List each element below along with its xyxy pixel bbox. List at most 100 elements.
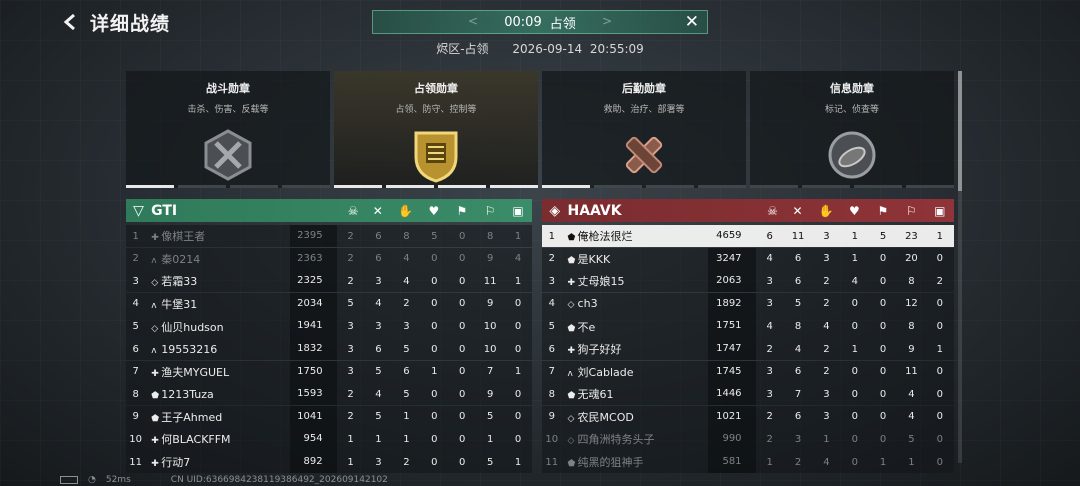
class-icon: ⬟ [567,459,576,470]
player-stat: 1 [936,230,943,242]
player-stat: 0 [459,411,466,423]
player-stat: 0 [514,388,522,400]
player-score: 1593 [289,383,337,406]
player-name-cell: ✚ 像棋王者 [145,228,290,244]
player-stat: 2 [766,343,773,355]
player-stat: 3 [375,456,382,468]
player-stat: 2 [403,456,410,468]
player-row[interactable]: 5 ◇ 仙贝hudson 1941 3 3 3 0 0 10 0 [126,315,532,338]
player-name: 纯黑的狙神手 [577,456,644,470]
player-row[interactable]: 2 ⬟ 是KKK 3247 4 6 3 1 0 20 0 [542,247,954,270]
combat-medal-icon [200,127,256,183]
player-stat: 0 [431,411,438,423]
player-stat: 0 [936,456,943,468]
player-stat: 4 [375,298,382,310]
class-icon: ✚ [151,436,159,447]
player-score: 2325 [289,270,337,293]
player-stat: 0 [459,433,466,445]
player-row[interactable]: 9 ◇ 农民MCOD 1021 2 6 3 0 0 4 0 [542,405,954,429]
player-row[interactable]: 6 ʌ 19553216 1832 3 6 5 0 0 10 0 [126,337,532,361]
player-row[interactable]: 11 ⬟ 纯黑的狙神手 581 1 2 4 0 1 1 0 [542,450,954,474]
player-name: 是KKK [577,252,611,266]
player-row[interactable]: 1 ⬟ 俺枪法很烂 4659 6 11 3 1 5 23 1 [542,225,954,248]
medal-card[interactable]: 战斗勋章 击杀、伤害、反载等 [126,71,330,188]
player-stat: 0 [459,456,466,468]
player-stat: 2 [823,366,830,378]
player-row[interactable]: 8 ⬟ 无魂61 1446 3 7 3 0 0 4 0 [542,383,954,406]
player-row[interactable]: 3 ✚ 丈母娘15 2063 3 6 2 4 0 8 2 [542,270,954,293]
scrollbar[interactable] [958,71,962,463]
player-row[interactable]: 9 ⬟ 王子Ahmed 1041 2 5 1 0 0 5 0 [126,405,532,429]
scrollbar-thumb[interactable] [958,71,962,191]
player-row[interactable]: 7 ʌ 刘Cablade 1745 3 6 2 0 0 11 0 [542,360,954,383]
player-row[interactable]: 7 ✚ 渔夫MYGUEL 1750 3 5 6 1 0 7 1 [126,360,532,383]
chevron-right-icon: > [601,14,612,28]
player-stat: 4 [403,253,410,265]
player-score: 892 [289,450,337,474]
player-row[interactable]: 2 ʌ 秦0214 2363 2 6 4 0 0 9 4 [126,247,532,270]
player-stat: 5 [908,433,915,445]
player-row[interactable]: 5 ⬟ 不e 1751 4 8 4 0 0 8 0 [542,315,954,338]
class-icon: ◇ [151,323,159,334]
medal-card[interactable]: 后勤勋章 救助、治疗、部署等 [542,71,746,188]
player-stat: 4 [766,253,773,265]
kills-icon: ☠ [767,203,778,218]
player-stat: 5 [879,230,887,242]
player-score: 1750 [289,360,337,383]
medal-subtitle: 标记、侦查等 [824,105,879,115]
revive-icon: ♥ [849,203,860,218]
player-row[interactable]: 11 ✚ 行动7 892 1 3 2 0 0 5 1 [126,450,532,474]
player-stat: 8 [486,230,494,242]
player-stat: 0 [431,456,438,468]
player-name-cell: ⬟ 无魂61 [562,386,709,402]
player-score: 1832 [289,337,337,361]
player-stat: 1 [347,433,354,445]
player-stat: 2 [766,433,773,445]
assists-icon: ✋ [398,203,414,218]
class-icon: ◇ [567,300,575,311]
player-name-cell: ⬟ 王子Ahmed [145,409,290,425]
medal-card[interactable]: 信息勋章 标记、侦查等 [750,71,954,188]
player-stat: 0 [936,388,943,400]
back-button[interactable]: 详细战绩 [60,8,170,36]
player-stat: 8 [794,321,802,333]
class-icon: ◇ [151,278,159,289]
status-footer: ◔ 52ms CN UID:6366984238119386492_202609… [60,474,1020,486]
player-stat: 2 [403,298,410,310]
player-stat: 0 [459,388,466,400]
player-stat: 1 [514,456,522,468]
player-row[interactable]: 6 ✚ 狗子好好 1747 2 4 2 1 0 9 1 [542,337,954,361]
player-row[interactable]: 4 ◇ ch3 1892 3 5 2 0 0 12 0 [542,292,954,316]
player-row[interactable]: 8 ⬟ 1213Tuza 1593 2 4 5 0 0 9 0 [126,383,532,406]
player-row[interactable]: 10 ◇ 四角洲特务头子 990 2 3 1 0 0 5 0 [542,428,954,451]
player-row[interactable]: 1 ✚ 像棋王者 2395 2 6 8 5 0 8 1 [126,225,532,248]
close-icon[interactable]: ✕ [685,12,699,32]
player-rank: 9 [548,411,555,423]
player-stat: 2 [766,411,773,423]
medal-card[interactable]: 占领勋章 占领、防守、控制等 [334,71,538,188]
player-stat: 7 [486,366,494,378]
player-stat: 2 [823,298,830,310]
player-stat: 0 [459,343,466,355]
player-row[interactable]: 3 ◇ 若霜33 2325 2 3 4 0 0 11 1 [126,270,532,293]
player-stat: 0 [936,253,943,265]
player-stat: 0 [851,456,858,468]
player-rank: 7 [132,366,139,378]
player-stat: 1 [879,456,887,468]
player-rank: 5 [548,321,555,333]
player-name-cell: ✚ 丈母娘15 [562,273,709,289]
intel-medal-icon [824,127,880,183]
progress-segment [802,185,850,188]
progress-segment [750,185,798,188]
team-right-table: 1 ⬟ 俺枪法很烂 4659 6 11 3 1 5 23 1 2 ⬟ 是KKK 3247 4 6 3 1 0 20 0 3 ✚… [542,225,954,474]
player-stat: 4 [514,253,522,265]
player-stat: 2 [347,411,354,423]
player-stat: 23 [905,230,918,242]
player-stat: 11 [483,275,497,287]
player-row[interactable]: 4 ʌ 牛堡31 2034 5 4 2 0 0 9 0 [126,292,532,316]
medkit-icon: ▣ [934,203,946,218]
player-stat: 0 [431,275,438,287]
player-name-cell: ⬟ 是KKK [562,251,709,267]
player-row[interactable]: 10 ✚ 何BLACKFFM 954 1 1 1 0 0 1 0 [126,428,532,451]
player-stat: 0 [936,298,943,310]
